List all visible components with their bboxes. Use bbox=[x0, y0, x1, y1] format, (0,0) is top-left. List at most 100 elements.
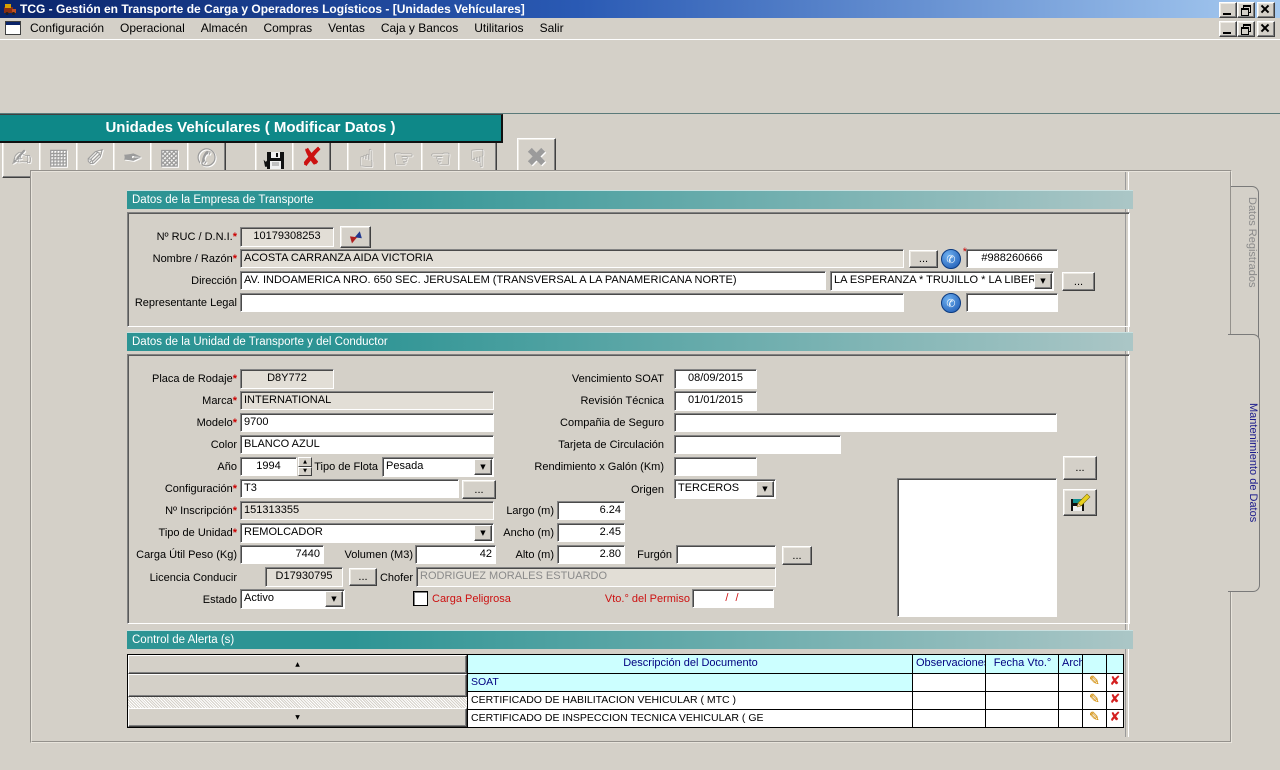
alto-input[interactable]: 2.80 bbox=[557, 545, 625, 564]
address-input[interactable]: AV. INDOAMERICA NRO. 650 SEC. JERUSALEM … bbox=[240, 271, 826, 290]
tab-datos-registrados[interactable]: Datos Registrados bbox=[1231, 186, 1259, 344]
furgon-input[interactable] bbox=[676, 545, 776, 564]
menu-ventas[interactable]: Ventas bbox=[320, 18, 373, 39]
column-header-descripcion[interactable]: Descripción del Documento bbox=[468, 655, 913, 674]
configuracion-input[interactable]: T3 bbox=[240, 479, 459, 498]
alto-label: Alto (m) bbox=[500, 549, 554, 561]
representative-input[interactable] bbox=[240, 293, 904, 312]
revision-tecnica-label: Revisión Técnica bbox=[530, 395, 664, 407]
tipo-unidad-label: Tipo de Unidad* bbox=[107, 527, 237, 539]
color-input[interactable]: BLANCO AZUL bbox=[240, 435, 494, 454]
table-row-fecha[interactable] bbox=[986, 692, 1059, 710]
placa-input[interactable]: D8Y772 bbox=[240, 369, 334, 389]
inscripcion-input[interactable]: 151313355 bbox=[240, 501, 494, 520]
ancho-input[interactable]: 2.45 bbox=[557, 523, 625, 542]
scroll-up-icon[interactable]: ▲ bbox=[128, 655, 467, 674]
licencia-input[interactable]: D17930795 bbox=[265, 567, 343, 587]
application-window: TCG - Gestión en Transporte de Carga y O… bbox=[0, 0, 1280, 770]
menu-operacional[interactable]: Operacional bbox=[112, 18, 193, 39]
ruc-input[interactable]: 10179308253 bbox=[240, 227, 334, 247]
photo-browse-button[interactable]: ... bbox=[1063, 456, 1097, 480]
row-delete-icon[interactable]: ✘ bbox=[1107, 710, 1124, 728]
anio-input[interactable]: 1994 bbox=[240, 457, 297, 476]
company-name-browse-button[interactable]: ... bbox=[909, 250, 938, 268]
row-delete-icon[interactable]: ✘ bbox=[1107, 674, 1124, 692]
marca-input[interactable]: INTERNATIONAL bbox=[240, 391, 494, 410]
estado-dropdown-icon[interactable]: ▼ bbox=[325, 591, 343, 607]
table-scrollbar[interactable]: ▲ ▼ bbox=[128, 655, 468, 728]
table-row-obs[interactable] bbox=[913, 710, 986, 728]
estado-label: Estado bbox=[107, 594, 237, 606]
licencia-browse-button[interactable]: ... bbox=[349, 568, 377, 586]
scroll-down-icon[interactable]: ▼ bbox=[128, 708, 467, 727]
menu-almacen[interactable]: Almacén bbox=[193, 18, 256, 39]
mdi-child-icon[interactable] bbox=[5, 21, 21, 35]
menu-caja-bancos[interactable]: Caja y Bancos bbox=[373, 18, 466, 39]
venc-soat-input[interactable]: 08/09/2015 bbox=[674, 369, 757, 389]
estado-select[interactable]: Activo ▼ bbox=[240, 589, 345, 609]
ruc-lookup-button[interactable] bbox=[340, 226, 371, 248]
table-row-fecha[interactable] bbox=[986, 674, 1059, 692]
modelo-input[interactable]: 9700 bbox=[240, 413, 494, 432]
revision-tecnica-input[interactable]: 01/01/2015 bbox=[674, 391, 757, 411]
mdi-close-button[interactable] bbox=[1257, 21, 1275, 37]
mdi-restore-button[interactable] bbox=[1237, 21, 1255, 37]
carga-peligrosa-label: Carga Peligrosa bbox=[432, 593, 542, 605]
photo-save-button[interactable] bbox=[1063, 489, 1097, 516]
configuracion-browse-button[interactable]: ... bbox=[462, 480, 496, 499]
largo-input[interactable]: 6.24 bbox=[557, 501, 625, 520]
seguro-input[interactable] bbox=[674, 413, 1057, 432]
table-row-obs[interactable] bbox=[913, 692, 986, 710]
menu-bar: ConfiguraciónOperacionalAlmacénComprasVe… bbox=[0, 18, 1280, 40]
table-row-doc[interactable]: SOAT bbox=[468, 674, 913, 692]
menu-configuracion[interactable]: Configuración bbox=[22, 18, 112, 39]
table-row-doc[interactable]: CERTIFICADO DE INSPECCION TECNICA VEHICU… bbox=[468, 710, 913, 728]
table-row-archivo[interactable] bbox=[1059, 692, 1083, 710]
table-row-doc[interactable]: CERTIFICADO DE HABILITACION VEHICULAR ( … bbox=[468, 692, 913, 710]
row-delete-icon[interactable]: ✘ bbox=[1107, 692, 1124, 710]
rendimiento-input[interactable] bbox=[674, 457, 757, 476]
rep-phone-input[interactable] bbox=[966, 293, 1058, 312]
close-form-icon: ✖ bbox=[526, 145, 548, 171]
chofer-input[interactable]: RODRIGUEZ MORALES ESTUARDO bbox=[416, 567, 776, 587]
menu-salir[interactable]: Salir bbox=[532, 18, 572, 39]
location-select[interactable]: LA ESPERANZA * TRUJILLO * LA LIBERT ▼ bbox=[830, 271, 1054, 291]
tipo-flota-select[interactable]: Pesada ▼ bbox=[382, 457, 494, 477]
hand-up-icon: ☝ bbox=[359, 146, 374, 171]
tipo-unidad-select[interactable]: REMOLCADOR ▼ bbox=[240, 523, 494, 543]
origen-dropdown-icon[interactable]: ▼ bbox=[756, 481, 774, 497]
tipo-flota-dropdown-icon[interactable]: ▼ bbox=[474, 459, 492, 475]
location-browse-button[interactable]: ... bbox=[1062, 272, 1095, 291]
column-header-observaciones[interactable]: Observaciones bbox=[913, 655, 986, 674]
origen-select[interactable]: TERCEROS ▼ bbox=[674, 479, 776, 499]
volumen-input[interactable]: 42 bbox=[415, 545, 496, 564]
close-button[interactable] bbox=[1257, 2, 1275, 18]
column-header-fecha[interactable]: Fecha Vto.° bbox=[986, 655, 1059, 674]
company-phone-input[interactable]: #988260666 bbox=[966, 249, 1058, 268]
tarjeta-input[interactable] bbox=[674, 435, 841, 454]
minimize-button[interactable] bbox=[1219, 2, 1237, 18]
save-icon bbox=[263, 146, 287, 170]
ancho-label: Ancho (m) bbox=[500, 527, 554, 539]
row-edit-icon[interactable]: ✎ bbox=[1083, 710, 1107, 728]
table-row-archivo[interactable] bbox=[1059, 674, 1083, 692]
menu-utilitarios[interactable]: Utilitarios bbox=[466, 18, 531, 39]
row-edit-icon[interactable]: ✎ bbox=[1083, 674, 1107, 692]
table-row-fecha[interactable] bbox=[986, 710, 1059, 728]
table-row-archivo[interactable] bbox=[1059, 710, 1083, 728]
column-header-archivo[interactable]: Archivo (s) bbox=[1059, 655, 1083, 674]
vto-permiso-input[interactable]: / / bbox=[692, 589, 774, 608]
furgon-browse-button[interactable]: ... bbox=[782, 546, 812, 565]
location-dropdown-arrow-icon[interactable]: ▼ bbox=[1034, 273, 1052, 289]
table-row-obs[interactable] bbox=[913, 674, 986, 692]
carga-util-input[interactable]: 7440 bbox=[240, 545, 324, 564]
menu-compras[interactable]: Compras bbox=[255, 18, 320, 39]
company-name-input[interactable]: ACOSTA CARRANZA AIDA VICTORIA bbox=[240, 249, 904, 268]
row-edit-icon[interactable]: ✎ bbox=[1083, 692, 1107, 710]
tab-mantenimiento-datos[interactable]: Mantenimiento de Datos bbox=[1228, 334, 1260, 592]
carga-peligrosa-checkbox[interactable] bbox=[413, 591, 428, 606]
restore-button[interactable] bbox=[1237, 2, 1255, 18]
scrollbar-thumb[interactable] bbox=[128, 674, 467, 697]
mdi-minimize-button[interactable] bbox=[1219, 21, 1237, 37]
tipo-unidad-dropdown-icon[interactable]: ▼ bbox=[474, 525, 492, 541]
